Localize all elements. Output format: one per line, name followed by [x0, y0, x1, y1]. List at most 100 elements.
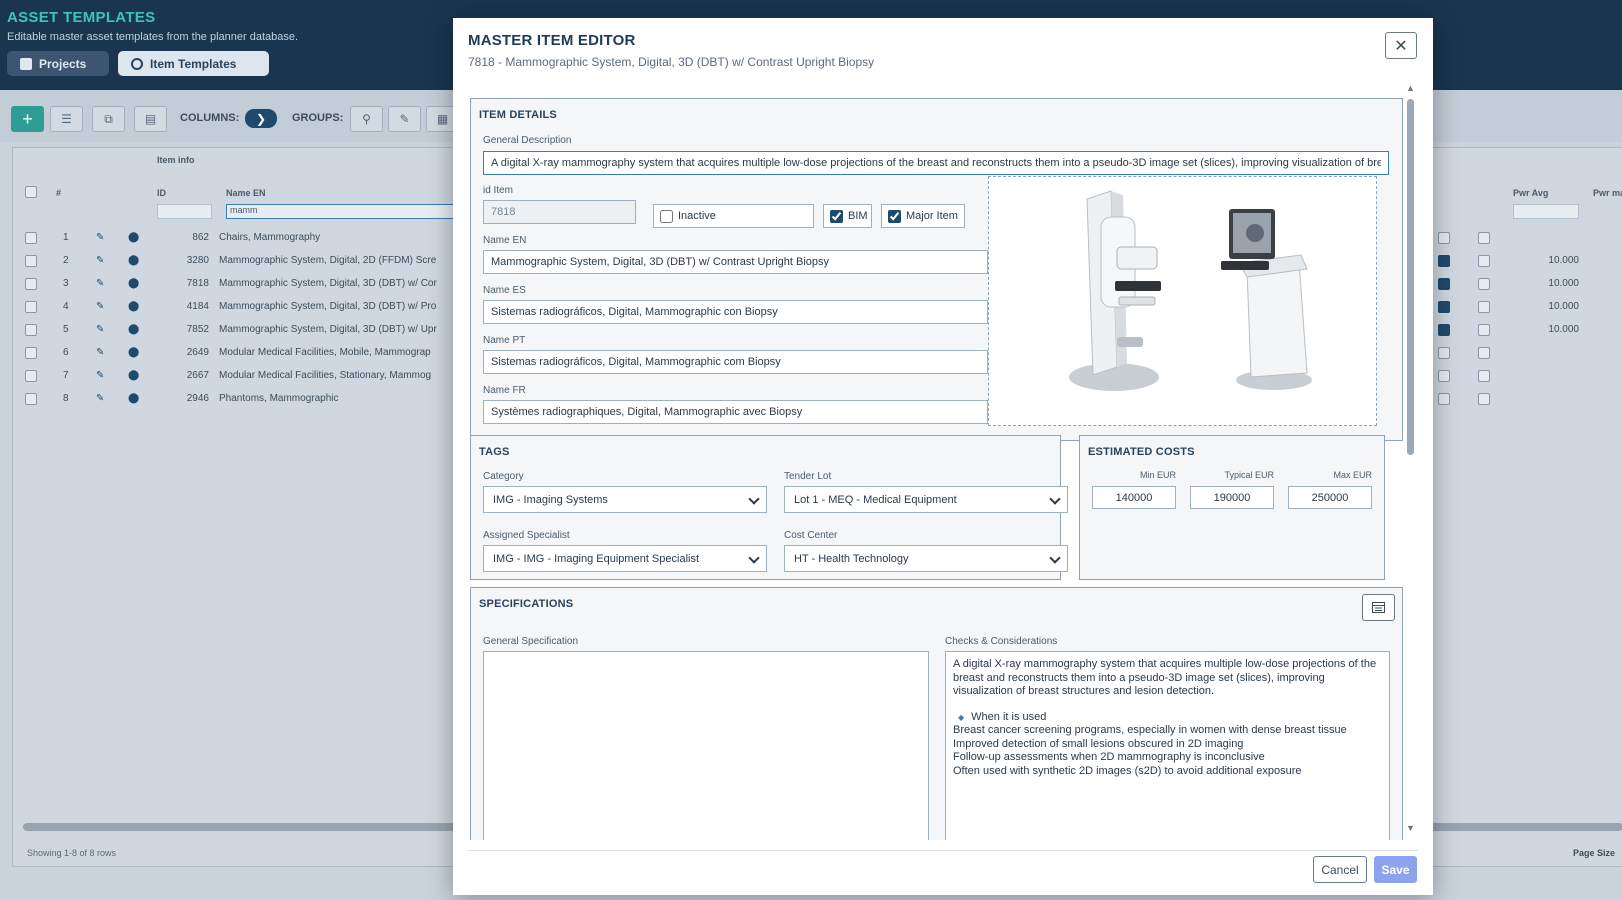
copy-button[interactable]: ⧉	[92, 106, 125, 132]
scroll-down-icon[interactable]: ▼	[1406, 823, 1415, 833]
tab-projects[interactable]: Projects	[7, 51, 109, 76]
bim-checkbox-wrap[interactable]: BIM	[823, 204, 872, 228]
tab-item-templates[interactable]: Item Templates	[118, 51, 269, 76]
tender-lot-select[interactable]: Lot 1 - MEQ - Medical Equipment	[784, 486, 1068, 513]
inactive-checkbox-wrap[interactable]: Inactive	[653, 204, 814, 228]
row-checkbox[interactable]	[25, 393, 37, 405]
spec-template-button[interactable]	[1362, 594, 1395, 621]
category-select[interactable]: IMG - Imaging Systems	[483, 486, 767, 513]
location-pin-icon[interactable]: ⬤	[128, 324, 139, 335]
edit-icon[interactable]: ✎	[96, 393, 104, 404]
row-checkbox[interactable]	[25, 370, 37, 382]
row-bim-checkbox[interactable]	[1438, 324, 1450, 336]
row-iel-checkbox[interactable]	[1478, 347, 1490, 359]
location-pin-icon[interactable]: ⬤	[128, 232, 139, 243]
row-bim-checkbox[interactable]	[1438, 232, 1450, 244]
location-pin-icon[interactable]: ⬤	[128, 347, 139, 358]
pwr-filter-input[interactable]	[1513, 204, 1579, 219]
edit-icon[interactable]: ✎	[96, 301, 104, 312]
row-iel-checkbox[interactable]	[1478, 301, 1490, 313]
row-iel-checkbox[interactable]	[1478, 278, 1490, 290]
name-en-input[interactable]	[483, 250, 988, 274]
list-view-button[interactable]: ☰	[50, 106, 83, 132]
scroll-thumb[interactable]	[1407, 99, 1414, 455]
assigned-specialist-select[interactable]: IMG - IMG - Imaging Equipment Specialist	[483, 545, 767, 572]
edit-icon[interactable]: ✎	[96, 347, 104, 358]
add-button[interactable]: +	[11, 106, 44, 132]
save-button[interactable]: Save	[1374, 856, 1417, 883]
name-es-input[interactable]	[483, 300, 988, 324]
name-fr-input[interactable]	[483, 400, 988, 424]
group-tool-button[interactable]: ✎	[388, 106, 421, 132]
col-name[interactable]: Name EN	[226, 188, 266, 198]
row-bim-checkbox[interactable]	[1438, 278, 1450, 290]
min-eur-input[interactable]	[1092, 486, 1176, 509]
row-iel-checkbox[interactable]	[1478, 393, 1490, 405]
edit-icon[interactable]: ✎	[96, 232, 104, 243]
row-bim-checkbox[interactable]	[1438, 255, 1450, 267]
group-hierarchy-button[interactable]: ⚲	[350, 106, 383, 132]
row-pwr-avg: 10.000	[1548, 278, 1579, 289]
row-number: 1	[63, 232, 69, 243]
row-checkbox[interactable]	[25, 324, 37, 336]
name-es-label: Name ES	[483, 285, 526, 296]
mammography-system-image	[1069, 190, 1312, 391]
checks-line: Follow-up assessments when 2D mammograph…	[953, 751, 1265, 763]
cost-center-value: HT - Health Technology	[794, 552, 909, 565]
modal-vertical-scrollbar[interactable]: ▲ ▼	[1404, 83, 1416, 841]
assigned-specialist-label: Assigned Specialist	[483, 530, 570, 541]
typical-eur-input[interactable]	[1190, 486, 1274, 509]
location-pin-icon[interactable]: ⬤	[128, 301, 139, 312]
item-image-dropzone[interactable]	[988, 176, 1377, 426]
select-all-checkbox[interactable]	[25, 186, 37, 198]
edit-icon[interactable]: ✎	[96, 255, 104, 266]
row-iel-checkbox[interactable]	[1478, 232, 1490, 244]
row-checkbox[interactable]	[25, 255, 37, 267]
row-iel-checkbox[interactable]	[1478, 255, 1490, 267]
archive-button[interactable]: ▤	[134, 106, 167, 132]
edit-icon[interactable]: ✎	[96, 324, 104, 335]
col-id[interactable]: ID	[157, 188, 166, 198]
modal-footer-divider	[468, 850, 1418, 851]
major-item-checkbox-wrap[interactable]: Major Item	[881, 204, 965, 228]
checks-considerations-textarea[interactable]: A digital X-ray mammography system that …	[945, 651, 1390, 840]
scroll-up-icon[interactable]: ▲	[1406, 83, 1415, 93]
major-item-checkbox[interactable]	[888, 209, 901, 223]
columns-expand-icon[interactable]: ❯	[245, 109, 277, 128]
general-description-input[interactable]	[483, 151, 1389, 175]
checks-heading: When it is used	[971, 710, 1047, 723]
row-iel-checkbox[interactable]	[1478, 324, 1490, 336]
col-pwr-max[interactable]: Pwr ma	[1593, 188, 1622, 198]
id-filter-input[interactable]	[157, 204, 212, 219]
general-specification-textarea[interactable]	[483, 651, 929, 840]
row-iel-checkbox[interactable]	[1478, 370, 1490, 382]
edit-icon[interactable]: ✎	[96, 370, 104, 381]
row-bim-checkbox[interactable]	[1438, 370, 1450, 382]
row-bim-checkbox[interactable]	[1438, 347, 1450, 359]
location-pin-icon[interactable]: ⬤	[128, 255, 139, 266]
inactive-checkbox[interactable]	[660, 209, 673, 223]
row-checkbox[interactable]	[25, 232, 37, 244]
location-pin-icon[interactable]: ⬤	[128, 393, 139, 404]
bim-checkbox[interactable]	[830, 209, 843, 223]
col-pwr-avg[interactable]: Pwr Avg	[1513, 188, 1548, 198]
cost-center-select[interactable]: HT - Health Technology	[784, 545, 1068, 572]
max-eur-input[interactable]	[1288, 486, 1372, 509]
row-checkbox[interactable]	[25, 347, 37, 359]
row-bim-checkbox[interactable]	[1438, 301, 1450, 313]
row-checkbox[interactable]	[25, 278, 37, 290]
edit-icon[interactable]: ✎	[96, 278, 104, 289]
location-pin-icon[interactable]: ⬤	[128, 370, 139, 381]
close-button[interactable]: ✕	[1385, 32, 1417, 59]
location-pin-icon[interactable]: ⬤	[128, 278, 139, 289]
checks-line: Often used with synthetic 2D images (s2D…	[953, 764, 1302, 777]
row-checkbox[interactable]	[25, 301, 37, 313]
row-bim-checkbox[interactable]	[1438, 393, 1450, 405]
cancel-button[interactable]: Cancel	[1313, 856, 1367, 883]
name-pt-input[interactable]	[483, 350, 988, 374]
row-id: 2946	[186, 393, 209, 404]
grid-status: Showing 1-8 of 8 rows	[27, 848, 117, 858]
row-id: 3280	[186, 255, 209, 266]
name-filter-input[interactable]: mamm	[226, 204, 456, 219]
bim-label: BIM	[848, 210, 868, 222]
